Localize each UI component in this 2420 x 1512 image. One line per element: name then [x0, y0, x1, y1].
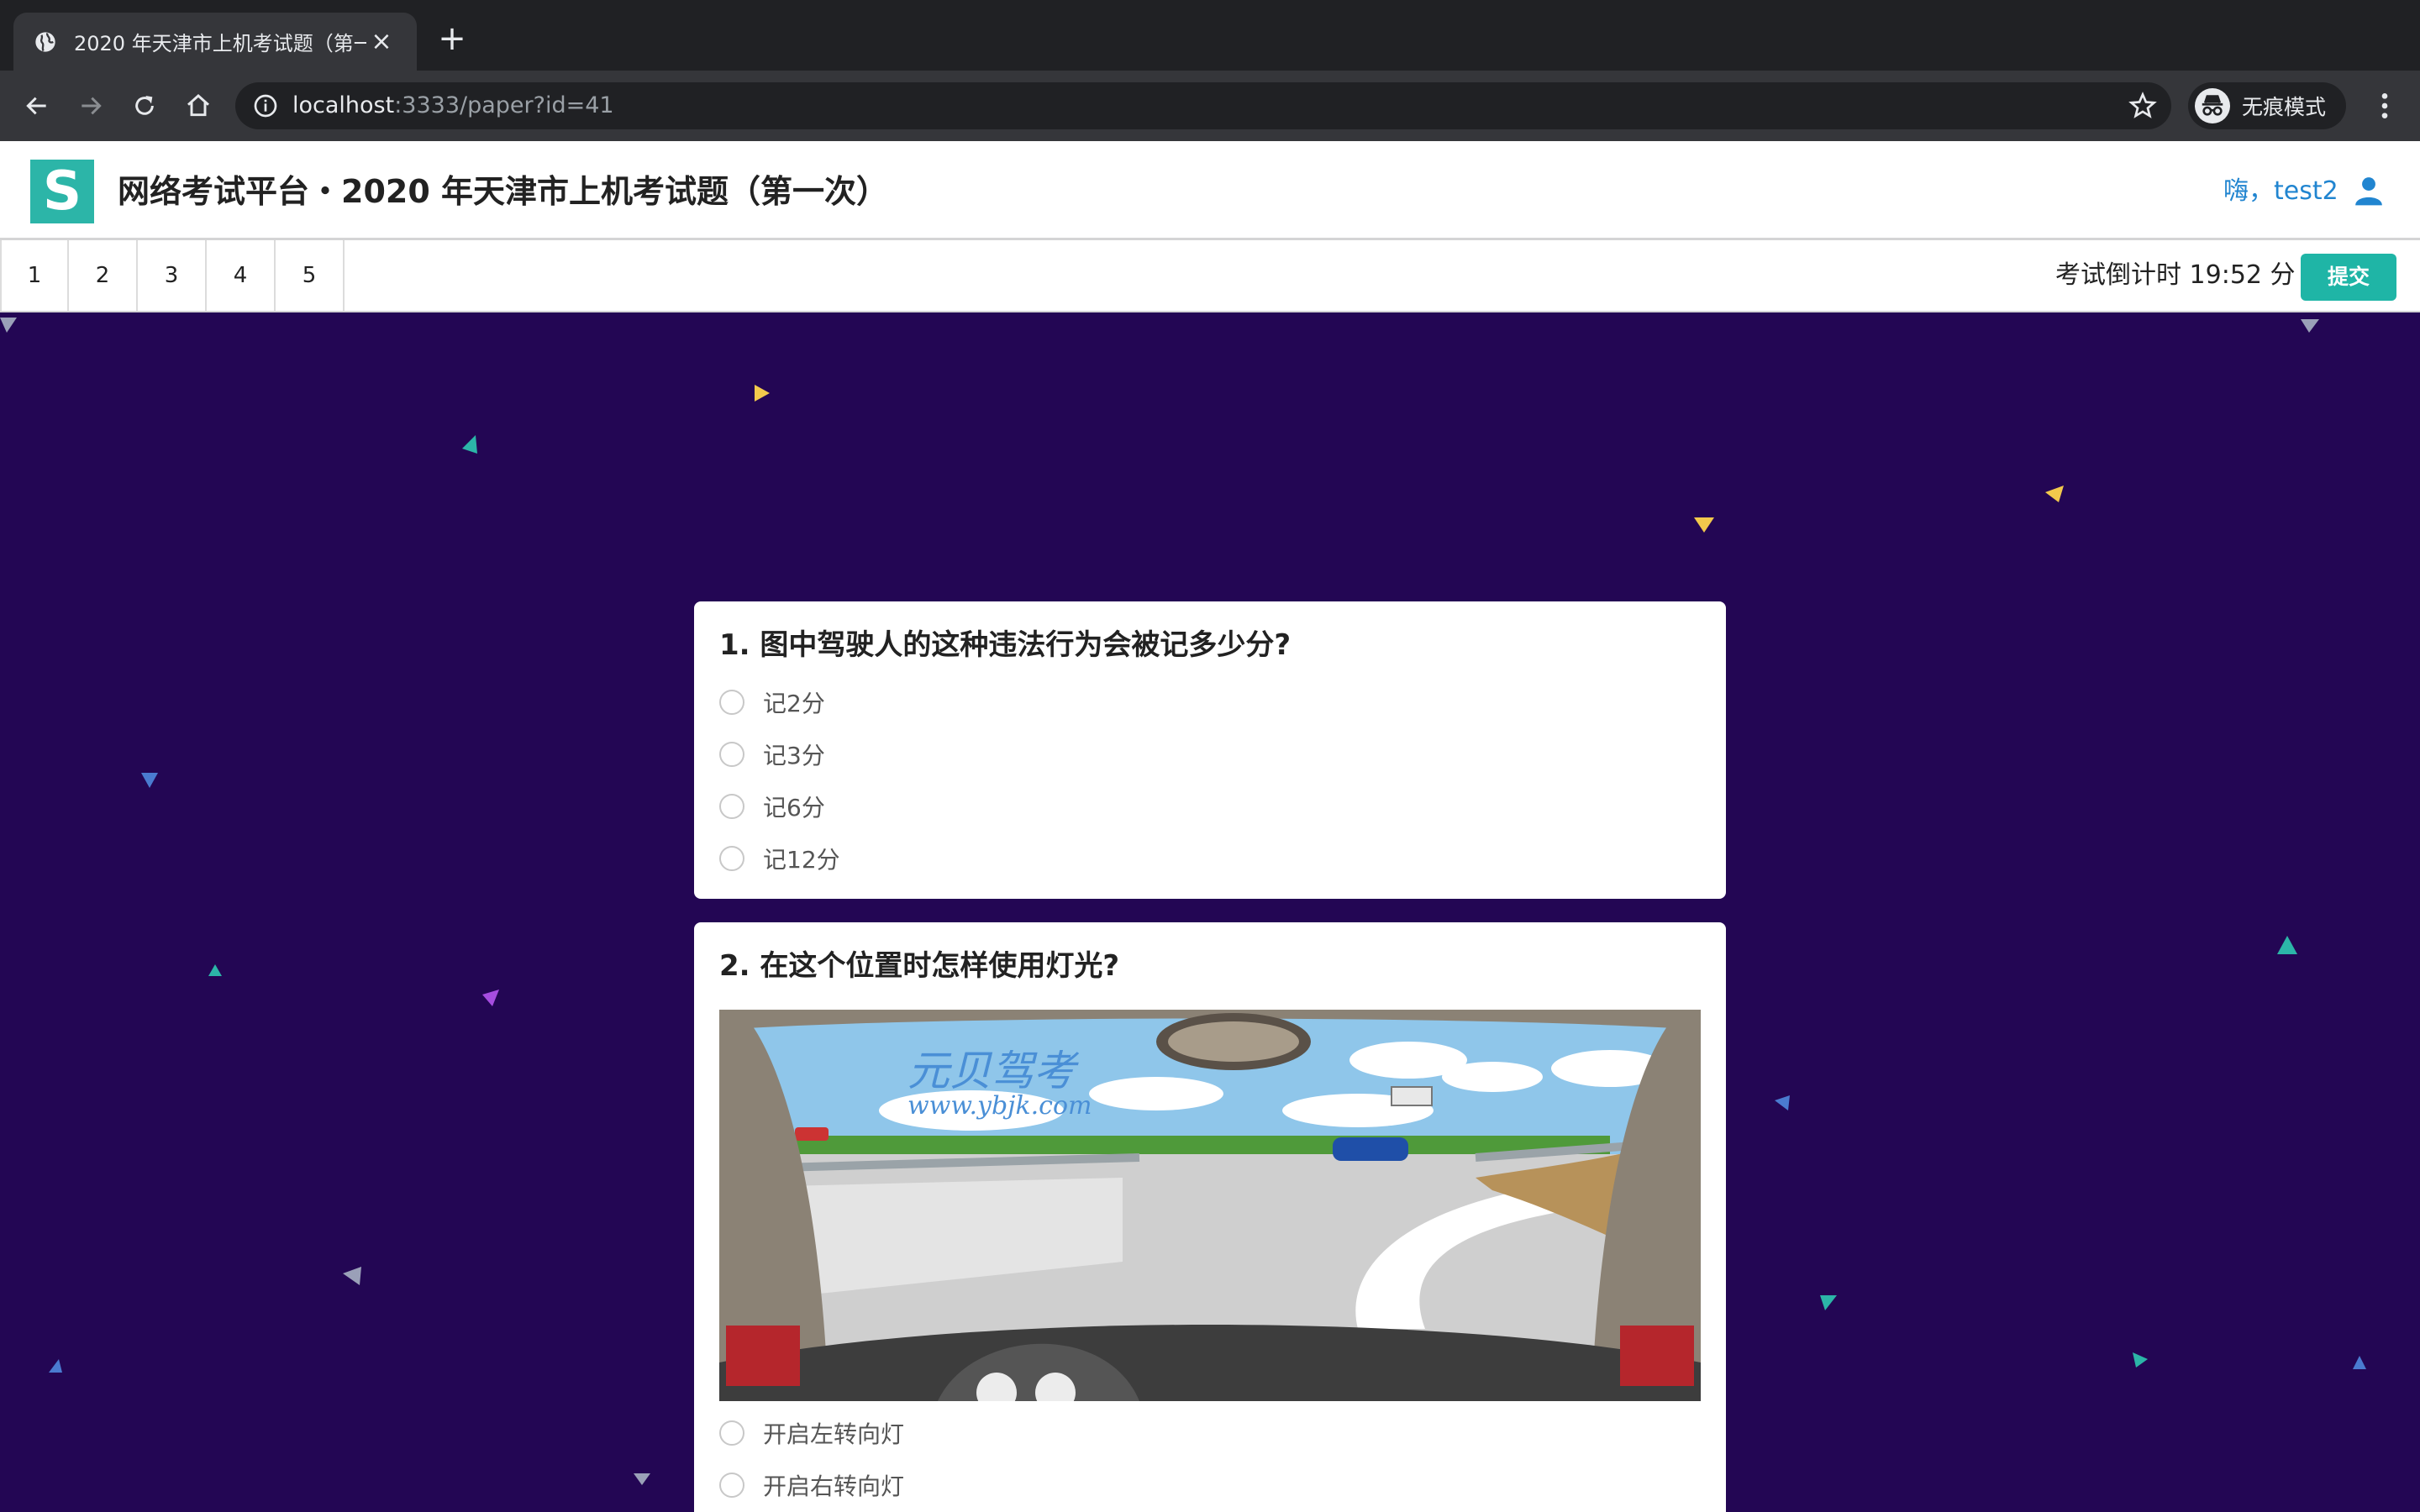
user-greeting[interactable]: 嗨，test2: [2223, 175, 2338, 208]
image-watermark-url: www.ybjk.com: [908, 1091, 1092, 1121]
incognito-indicator[interactable]: 无痕模式: [2188, 82, 2346, 129]
question-nav-item-2[interactable]: 2: [69, 240, 138, 311]
answer-option[interactable]: 开启左转向灯: [719, 1416, 904, 1450]
incognito-label: 无痕模式: [2242, 95, 2327, 119]
answer-option[interactable]: 开启右转向灯: [719, 1468, 904, 1502]
globe-icon: [35, 31, 55, 52]
forward-icon: [82, 97, 102, 115]
forward-button[interactable]: [71, 86, 111, 126]
browser-tab-bar: 2020 年天津市上机考试题（第一次） × +: [0, 0, 2420, 71]
user-icon[interactable]: [2353, 175, 2385, 207]
question-nav-item-4[interactable]: 4: [207, 240, 276, 311]
radio-icon[interactable]: [719, 690, 744, 715]
back-button[interactable]: [17, 86, 57, 126]
address-bar[interactable]: localhost:3333/paper?id=41: [235, 82, 2171, 129]
url-host: localhost: [292, 92, 395, 118]
browser-toolbar: localhost:3333/paper?id=41 无痕模式: [0, 71, 2420, 141]
star-icon[interactable]: [2128, 91, 2158, 121]
question-title: 2. 在这个位置时怎样使用灯光?: [719, 949, 1120, 983]
new-tab-button[interactable]: +: [434, 20, 471, 57]
answer-option-label[interactable]: 开启左转向灯: [763, 1416, 904, 1450]
page-title: 网络考试平台・2020 年天津市上机考试题（第一次）: [118, 173, 888, 210]
answer-option[interactable]: 记3分: [719, 738, 825, 771]
menu-kebab-icon[interactable]: [2368, 89, 2402, 123]
submit-button[interactable]: 提交: [2301, 254, 2396, 301]
question-number-list: 1 2 3 4 5: [0, 240, 345, 311]
answer-option-label[interactable]: 记6分: [763, 790, 825, 823]
app-header: S 网络考试平台・2020 年天津市上机考试题（第一次） 嗨，test2: [0, 141, 2420, 240]
answer-option[interactable]: 记12分: [719, 842, 840, 875]
url-text[interactable]: localhost:3333/paper?id=41: [292, 92, 614, 119]
radio-icon[interactable]: [719, 794, 744, 819]
answer-option-label[interactable]: 记2分: [763, 685, 825, 719]
home-icon: [187, 94, 209, 117]
browser-tab-active[interactable]: 2020 年天津市上机考试题（第一次） ×: [13, 13, 417, 71]
radio-icon[interactable]: [719, 1420, 744, 1446]
question-nav-item-3[interactable]: 3: [138, 240, 207, 311]
incognito-icon: [2195, 88, 2230, 123]
question-title: 1. 图中驾驶人的这种违法行为会被记多少分?: [719, 628, 1292, 662]
answer-option[interactable]: 记6分: [719, 790, 825, 823]
radio-icon[interactable]: [719, 1473, 744, 1498]
exam-countdown: 考试倒计时 19:52 分: [2055, 260, 2296, 290]
reload-button[interactable]: [124, 86, 165, 126]
radio-icon[interactable]: [719, 742, 744, 767]
back-icon: [26, 97, 46, 115]
info-icon[interactable]: [252, 92, 279, 119]
url-path: :3333/paper?id=41: [394, 92, 614, 118]
answer-option-label[interactable]: 开启右转向灯: [763, 1468, 904, 1502]
answer-option-label[interactable]: 记12分: [763, 842, 840, 875]
image-watermark: 元贝驾考: [908, 1047, 1080, 1095]
close-icon[interactable]: ×: [366, 27, 397, 57]
radio-icon[interactable]: [719, 846, 744, 871]
question-nav-bar: 1 2 3 4 5 考试倒计时 19:52 分 提交: [0, 240, 2420, 312]
answer-option-label[interactable]: 记3分: [763, 738, 825, 771]
driving-scene-image: 元贝驾考 www.ybjk.com: [719, 1010, 1701, 1401]
answer-option[interactable]: 记2分: [719, 685, 825, 719]
question-card-2: 2. 在这个位置时怎样使用灯光? 元贝驾考 www.ybjk.com 开启左转向…: [694, 922, 1726, 1512]
question-card-1: 1. 图中驾驶人的这种违法行为会被记多少分? 记2分 记3分 记6分 记12分: [694, 601, 1726, 899]
question-nav-item-1[interactable]: 1: [0, 240, 69, 311]
question-nav-item-5[interactable]: 5: [276, 240, 345, 311]
tab-title: 2020 年天津市上机考试题（第一次）: [74, 32, 366, 55]
home-button[interactable]: [178, 86, 218, 126]
reload-icon: [135, 96, 154, 115]
site-logo[interactable]: S: [30, 160, 94, 223]
